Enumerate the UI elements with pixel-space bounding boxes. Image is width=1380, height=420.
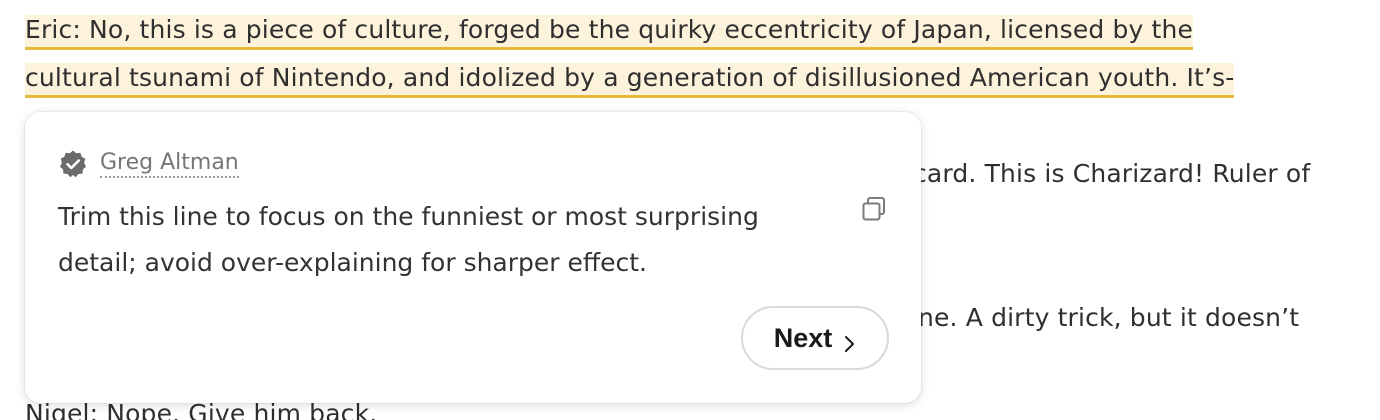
comment-popup: Greg Altman Trim this line to focus on t… — [25, 112, 921, 403]
verified-badge-icon — [58, 149, 88, 179]
copy-icon[interactable] — [861, 196, 887, 222]
chevron-right-icon — [842, 329, 856, 352]
text-line-fragment: ne. A dirty trick, but it doesn’t — [918, 303, 1300, 332]
highlight-span[interactable]: Eric: No, this is a piece of culture, fo… — [25, 15, 1194, 50]
highlighted-text-line-2[interactable]: cultural tsunami of Nintendo, and idoliz… — [25, 62, 1235, 98]
comment-text: Trim this line to focus on the funniest … — [58, 202, 759, 277]
highlight-span[interactable]: cultural tsunami of Nintendo, and idoliz… — [25, 63, 1235, 98]
author-name[interactable]: Greg Altman — [100, 150, 239, 178]
next-button-label: Next — [773, 322, 833, 353]
comment-author: Greg Altman — [58, 149, 239, 179]
highlighted-text-line-1[interactable]: Eric: No, this is a piece of culture, fo… — [25, 14, 1194, 50]
next-button[interactable]: Next — [741, 306, 889, 370]
text-line-fragment: card. This is Charizard! Ruler of — [913, 159, 1311, 188]
